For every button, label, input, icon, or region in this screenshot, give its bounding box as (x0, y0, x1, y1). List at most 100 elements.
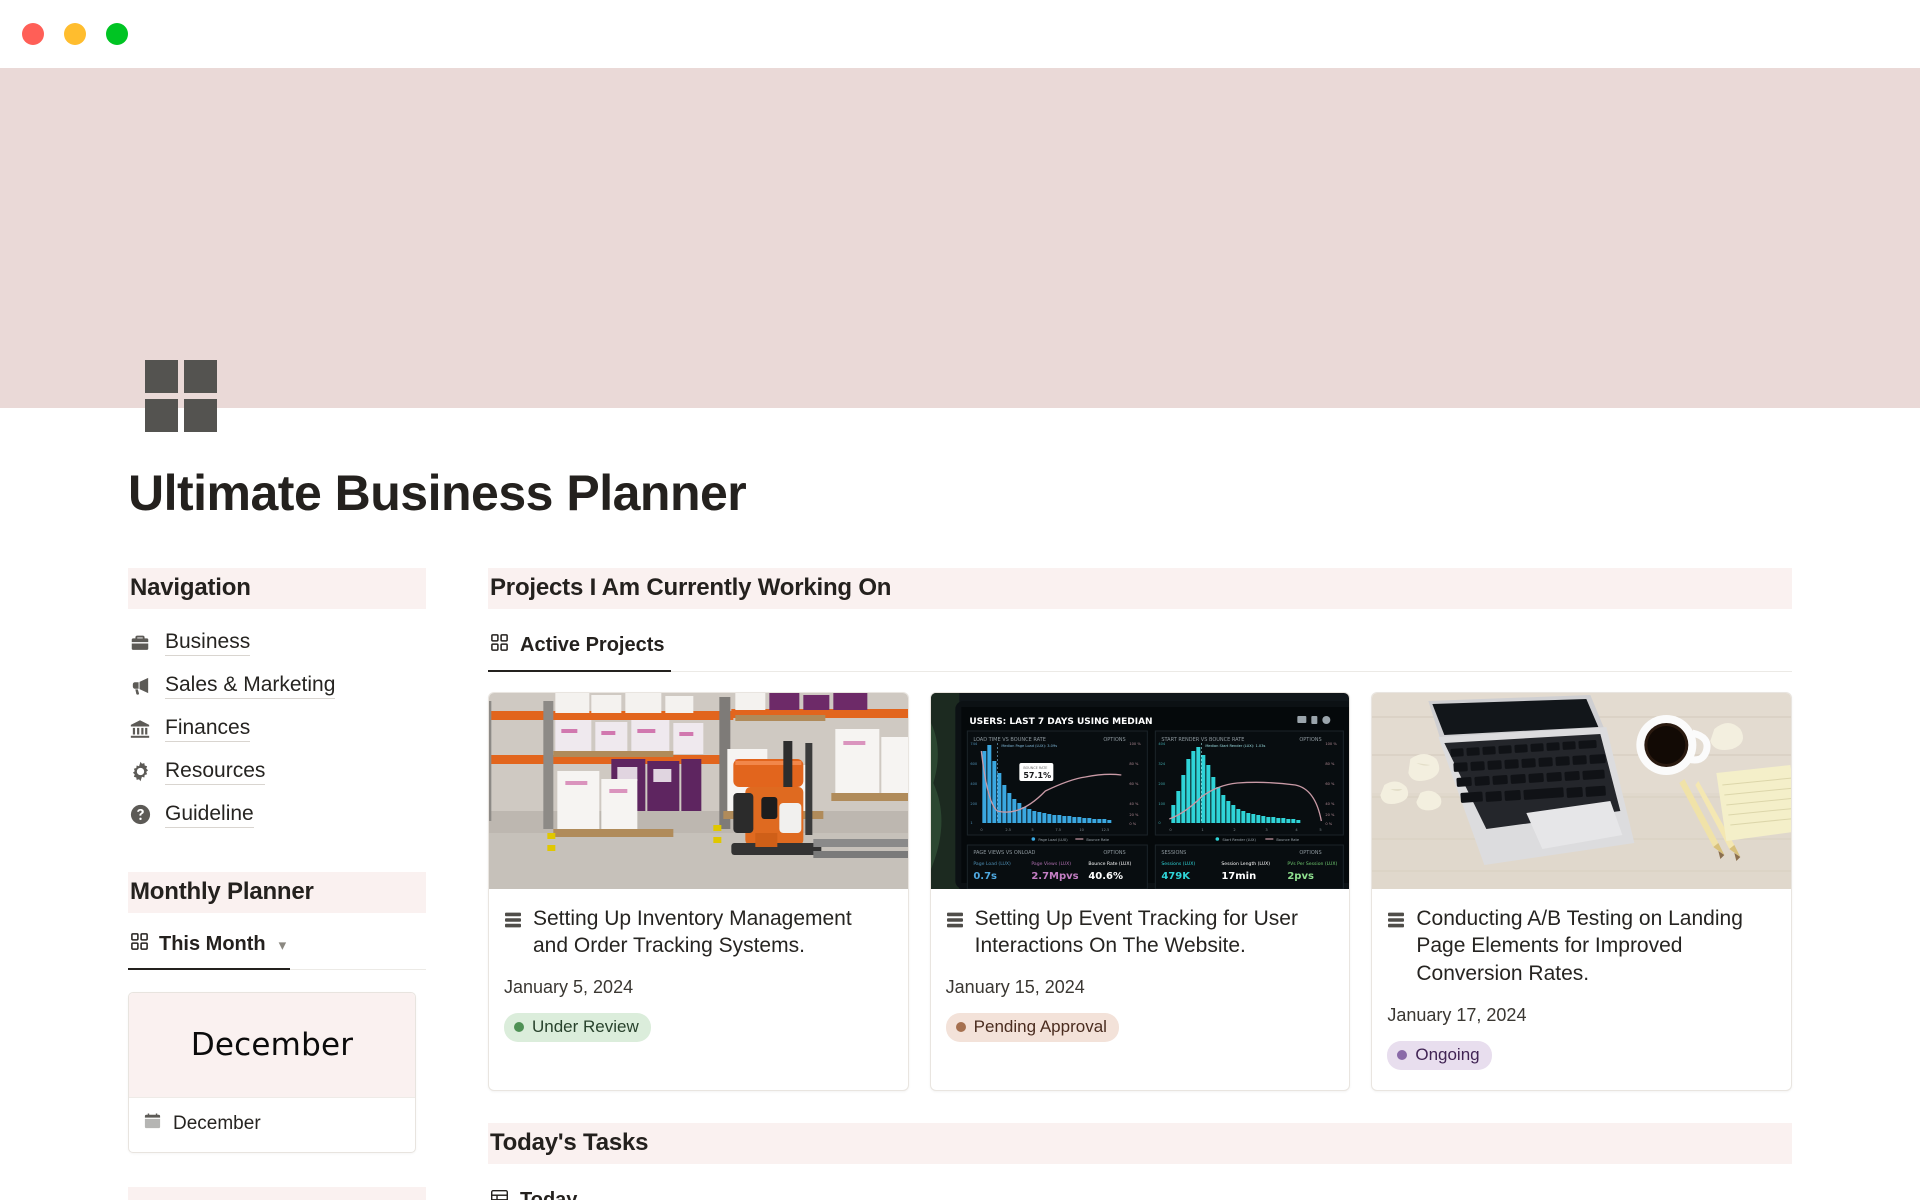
month-card-december[interactable]: December December (128, 991, 416, 1153)
svg-text:OPTIONS: OPTIONS (1299, 737, 1321, 743)
svg-text:2pvs: 2pvs (1287, 871, 1314, 882)
svg-text:3: 3 (1265, 828, 1267, 832)
project-card-body: Setting Up Inventory Management and Orde… (489, 889, 908, 1063)
minimize-window-button[interactable] (64, 23, 86, 45)
main-column: Projects I Am Currently Working On Activ… (488, 568, 1793, 1200)
sidebar-item-guideline[interactable]: Guideline (128, 793, 426, 836)
gallery-grid-icon (490, 633, 509, 658)
svg-text:400: 400 (970, 782, 978, 786)
svg-text:2: 2 (1233, 828, 1235, 832)
sidebar-item-label: Business (165, 629, 251, 657)
briefcase-icon (128, 631, 152, 655)
svg-text:40 %: 40 % (1129, 802, 1139, 806)
gear-icon (128, 760, 152, 784)
project-card-title: Conducting A/B Testing on Landing Page E… (1416, 906, 1743, 986)
svg-text:200: 200 (970, 802, 978, 806)
svg-text:LOAD TIME VS BOUNCE RATE: LOAD TIME VS BOUNCE RATE (973, 737, 1046, 743)
svg-text:479K: 479K (1161, 871, 1191, 882)
four-squares-grid-icon[interactable] (145, 360, 217, 432)
svg-text:OPTIONS: OPTIONS (1299, 850, 1321, 856)
project-card-title-row: Conducting A/B Testing on Landing Page E… (1387, 905, 1774, 989)
status-label: Ongoing (1415, 1045, 1480, 1065)
project-card-title-row: Setting Up Inventory Management and Orde… (504, 905, 891, 961)
svg-text:0.7s: 0.7s (973, 871, 997, 882)
svg-text:Session Length (LUX): Session Length (LUX) (1221, 861, 1270, 867)
status-dot (1397, 1050, 1408, 1061)
svg-text:60 %: 60 % (1129, 782, 1139, 786)
svg-text:20 %: 20 % (1129, 813, 1139, 817)
sidebar-item-finances[interactable]: Finances (128, 707, 426, 750)
sidebar-item-label: Guideline (165, 801, 254, 829)
svg-text:Bounce Rate (LUX): Bounce Rate (LUX) (1088, 861, 1131, 867)
svg-text:1: 1 (1201, 828, 1203, 832)
month-card-cover: December (129, 992, 415, 1097)
svg-text:200: 200 (1158, 782, 1166, 786)
project-card[interactable]: Setting Up Inventory Management and Orde… (488, 691, 909, 1092)
gallery-grid-icon (130, 932, 149, 957)
svg-text:Page Load (LUX): Page Load (LUX) (1038, 838, 1068, 842)
tab-label: Active Projects (520, 634, 665, 656)
status-badge: Under Review (504, 1013, 651, 1043)
svg-text:1: 1 (970, 821, 972, 825)
month-card-footer: December (129, 1096, 415, 1152)
project-card-date: January 17, 2024 (1387, 1005, 1527, 1026)
svg-text:60 %: 60 % (1325, 782, 1335, 786)
calendar-icon (143, 1112, 162, 1137)
close-window-button[interactable] (22, 23, 44, 45)
svg-text:80 %: 80 % (1325, 762, 1335, 766)
tasks-heading: Today's Tasks (488, 1123, 1792, 1165)
svg-text:2.5: 2.5 (1005, 828, 1011, 832)
status-badge: Ongoing (1387, 1041, 1492, 1071)
sidebar-item-sales-marketing[interactable]: Sales & Marketing (128, 664, 426, 707)
status-dot (514, 1022, 524, 1033)
svg-text:40.6%: 40.6% (1088, 871, 1123, 882)
tab-label: This Month (159, 933, 266, 955)
megaphone-icon (128, 674, 152, 698)
navigation-list: Business Sales & Marketing Finances Reso… (128, 621, 426, 836)
table-icon (490, 1188, 509, 1200)
monthly-planner-tab-row: This Month ▾ (128, 923, 426, 970)
chevron-down-icon[interactable]: ▾ (279, 936, 287, 954)
page-cover-banner[interactable] (0, 68, 1920, 408)
svg-text:BOUNCE RATE: BOUNCE RATE (1023, 766, 1047, 770)
project-card-body: Conducting A/B Testing on Landing Page E… (1372, 889, 1791, 1091)
project-card-title-row: Setting Up Event Tracking for User Inter… (946, 905, 1333, 961)
svg-text:USERS: LAST 7 DAYS USING MEDIA: USERS: LAST 7 DAYS USING MEDIAN (969, 717, 1152, 727)
svg-text:100 %: 100 % (1129, 742, 1141, 746)
svg-text:10: 10 (1079, 828, 1084, 832)
sidebar-item-resources[interactable]: Resources (128, 750, 426, 793)
svg-text:57.1%: 57.1% (1023, 771, 1051, 780)
svg-text:80 %: 80 % (1129, 762, 1139, 766)
window-title-bar (0, 0, 1920, 68)
project-cards-gallery: Setting Up Inventory Management and Orde… (488, 691, 1793, 1092)
svg-text:Bounce Rate: Bounce Rate (1276, 838, 1300, 842)
next-section-heading-partial (128, 1186, 426, 1200)
svg-text:600: 600 (970, 762, 978, 766)
svg-text:Start Render (LUX): Start Render (LUX) (1222, 838, 1256, 842)
sidebar-item-label: Sales & Marketing (165, 672, 336, 700)
project-card[interactable]: USERS: LAST 7 DAYS USING MEDIAN LOAD TIM… (929, 691, 1351, 1092)
sidebar-column: Navigation Business Sales & Marketing Fi… (128, 568, 426, 1200)
tasks-tab-row: Today (488, 1178, 1792, 1200)
question-circle-icon (128, 803, 152, 827)
sidebar-item-business[interactable]: Business (128, 621, 426, 664)
status-dot (955, 1022, 966, 1033)
svg-text:Median Page Load (LUX): 3.09s: Median Page Load (LUX): 3.09s (1001, 744, 1057, 748)
sidebar-item-label: Finances (165, 715, 251, 743)
page-columns: Navigation Business Sales & Marketing Fi… (128, 568, 1793, 1200)
bank-icon (128, 717, 152, 741)
tab-today[interactable]: Today (488, 1178, 583, 1200)
svg-text:OPTIONS: OPTIONS (1103, 850, 1125, 856)
project-card-body: Setting Up Event Tracking for User Inter… (931, 889, 1350, 1063)
svg-text:0 %: 0 % (1129, 822, 1136, 826)
svg-text:17min: 17min (1221, 871, 1256, 882)
svg-text:Sessions (LUX): Sessions (LUX) (1161, 861, 1195, 867)
tab-active-projects[interactable]: Active Projects (488, 623, 671, 672)
maximize-window-button[interactable] (106, 23, 128, 45)
project-card-title: Setting Up Inventory Management and Orde… (533, 906, 852, 958)
svg-text:0 %: 0 % (1325, 822, 1332, 826)
tab-this-month[interactable]: This Month ▾ (128, 923, 291, 970)
monthly-planner-heading: Monthly Planner (128, 872, 426, 913)
svg-text:Page Views (LUX): Page Views (LUX) (1031, 861, 1071, 867)
project-card[interactable]: Conducting A/B Testing on Landing Page E… (1371, 691, 1793, 1092)
